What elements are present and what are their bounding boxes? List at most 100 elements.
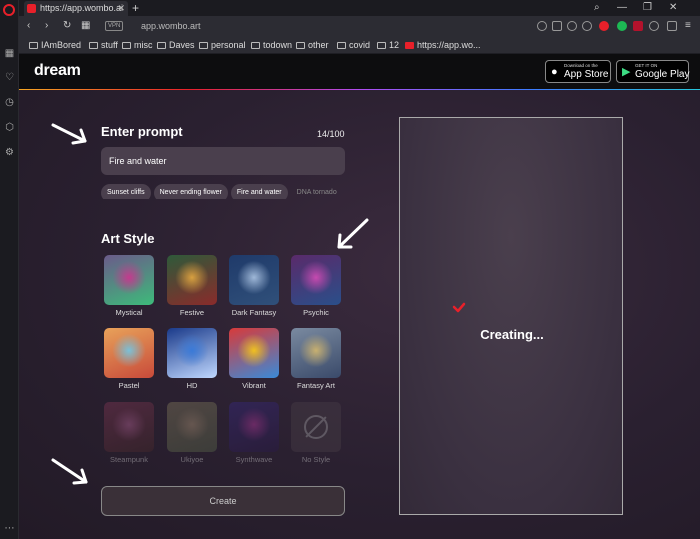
loading-spinner-icon (452, 302, 466, 313)
apple-icon: ● (551, 66, 558, 78)
folder-icon (296, 42, 305, 49)
bookmark-folder[interactable]: todown (251, 39, 292, 51)
bookmark-folder[interactable]: stuff (89, 39, 118, 51)
style-label: Pastel (118, 381, 140, 390)
style-tile-dark-fantasy[interactable] (229, 255, 279, 305)
bookmarks-bar: IAmBored stuff misc Daves personal todow… (19, 36, 700, 54)
google-play-button[interactable]: ▶ GET IT ON Google Play (616, 60, 689, 83)
heart-ext-icon[interactable] (582, 21, 592, 31)
back-icon[interactable]: ‹ (27, 19, 30, 33)
art-style-heading: Art Style (101, 231, 155, 246)
style-label: Mystical (115, 308, 143, 317)
new-tab-button[interactable]: + (132, 0, 139, 16)
browser-sidebar: ▦ ♡ ◷ ⬡ ⚙ ⋯ (0, 0, 19, 539)
tabs-grid-icon[interactable]: ▦ (81, 19, 90, 33)
style-tile-pastel[interactable] (104, 328, 154, 378)
shield-icon[interactable] (567, 21, 577, 31)
menu-icon[interactable]: ≡ (685, 19, 691, 33)
style-label: Synthwave (235, 455, 273, 464)
suggestion-chip[interactable]: Sunset cliffs (101, 184, 151, 199)
opera-logo-icon[interactable] (3, 4, 15, 16)
style-tile-mystical[interactable] (104, 255, 154, 305)
style-tile-fantasy-art[interactable] (291, 328, 341, 378)
reload-icon[interactable]: ↻ (63, 19, 71, 33)
annotation-arrow-icon (337, 218, 369, 249)
style-tile-no-style[interactable] (291, 402, 341, 452)
style-tile-hd[interactable] (167, 328, 217, 378)
bookmark-folder[interactable]: other (296, 39, 329, 51)
play-icon: ▶ (622, 66, 631, 78)
style-tile-synthwave[interactable] (229, 402, 279, 452)
cube-icon[interactable]: ⬡ (4, 122, 15, 133)
speed-dial-icon[interactable]: ▦ (4, 48, 15, 59)
folder-icon (251, 42, 260, 49)
search-tabs-icon[interactable]: ⌕ (594, 0, 600, 15)
folder-icon (157, 42, 166, 49)
brand-logo[interactable]: dream (34, 62, 81, 80)
restore-icon[interactable]: ❐ (643, 0, 652, 15)
download-icon[interactable] (667, 21, 677, 31)
suggestion-chip[interactable]: Fire and water (230, 184, 288, 199)
forward-icon[interactable]: › (45, 19, 48, 33)
tab-strip: https://app.wombo.ai ✕ + ⌕ — ❐ ✕ (19, 0, 700, 16)
folder-icon (337, 42, 346, 49)
style-label: Fantasy Art (297, 381, 335, 390)
bookmark-folder[interactable]: 12 (377, 39, 399, 51)
vpn-badge[interactable]: VPN (105, 21, 124, 31)
folder-icon (89, 42, 98, 49)
style-label: Festive (179, 308, 205, 317)
tab-title: https://app.wombo.ai (40, 3, 124, 13)
style-label: Steampunk (110, 455, 148, 464)
grammarly-icon[interactable] (617, 21, 627, 31)
style-label: Ukiyoe (180, 455, 204, 464)
style-tile-vibrant[interactable] (229, 328, 279, 378)
result-panel: Creating... (399, 117, 623, 515)
browser-tab[interactable]: https://app.wombo.ai ✕ (24, 1, 128, 16)
prompt-heading: Enter prompt (101, 124, 183, 139)
main-content: Enter prompt 14/100 Sunset cliffsNever e… (19, 90, 700, 539)
site-header: dream ● Download on the App Store ▶ GET … (19, 54, 700, 90)
annotation-arrow-icon (51, 123, 87, 145)
char-counter: 14/100 (317, 129, 345, 139)
close-window-icon[interactable]: ✕ (669, 0, 677, 15)
style-tile-festive[interactable] (167, 255, 217, 305)
wombo-favicon-icon (405, 42, 414, 49)
camera-icon[interactable] (552, 21, 562, 31)
prompt-suggestions: Sunset cliffs Never ending flower Fire and… (101, 181, 345, 199)
style-label: Vibrant (242, 381, 266, 390)
pokeball-icon[interactable] (599, 21, 609, 31)
style-label: Dark Fantasy (231, 308, 277, 317)
annotation-arrow-icon (51, 458, 88, 485)
folder-icon (29, 42, 38, 49)
app-store-button[interactable]: ● Download on the App Store (545, 60, 611, 83)
heart-icon[interactable]: ♡ (4, 72, 15, 83)
ublock-icon[interactable] (633, 21, 643, 31)
close-tab-icon[interactable]: ✕ (117, 1, 125, 16)
creating-status: Creating... (480, 327, 544, 342)
style-tile-ukiyoe[interactable] (167, 402, 217, 452)
prompt-input[interactable] (101, 147, 345, 175)
bookmark-folder[interactable]: Daves (157, 39, 195, 51)
cube-ext-icon[interactable] (649, 21, 659, 31)
suggestion-chip[interactable]: Never ending flower (153, 184, 228, 199)
more-icon[interactable]: ⋯ (4, 523, 15, 534)
folder-icon (122, 42, 131, 49)
folder-icon (377, 42, 386, 49)
emoji-icon[interactable] (537, 21, 547, 31)
style-label: Psychic (303, 308, 329, 317)
wombo-favicon-icon (27, 4, 36, 13)
bookmark-folder[interactable]: IAmBored (29, 39, 81, 51)
bookmark-folder[interactable]: covid (337, 39, 370, 51)
style-tile-steampunk[interactable] (104, 402, 154, 452)
minimize-icon[interactable]: — (617, 0, 627, 15)
bookmark-link[interactable]: https://app.wo... (405, 39, 481, 51)
url-field[interactable]: app.wombo.art (141, 20, 201, 32)
create-button[interactable]: Create (101, 486, 345, 516)
bookmark-folder[interactable]: personal (199, 39, 246, 51)
style-label: No Style (301, 455, 331, 464)
history-icon[interactable]: ◷ (4, 97, 15, 108)
bookmark-folder[interactable]: misc (122, 39, 153, 51)
style-tile-psychic[interactable] (291, 255, 341, 305)
suggestion-chip[interactable]: DNA tornado (291, 184, 343, 199)
settings-gear-icon[interactable]: ⚙ (4, 147, 15, 158)
